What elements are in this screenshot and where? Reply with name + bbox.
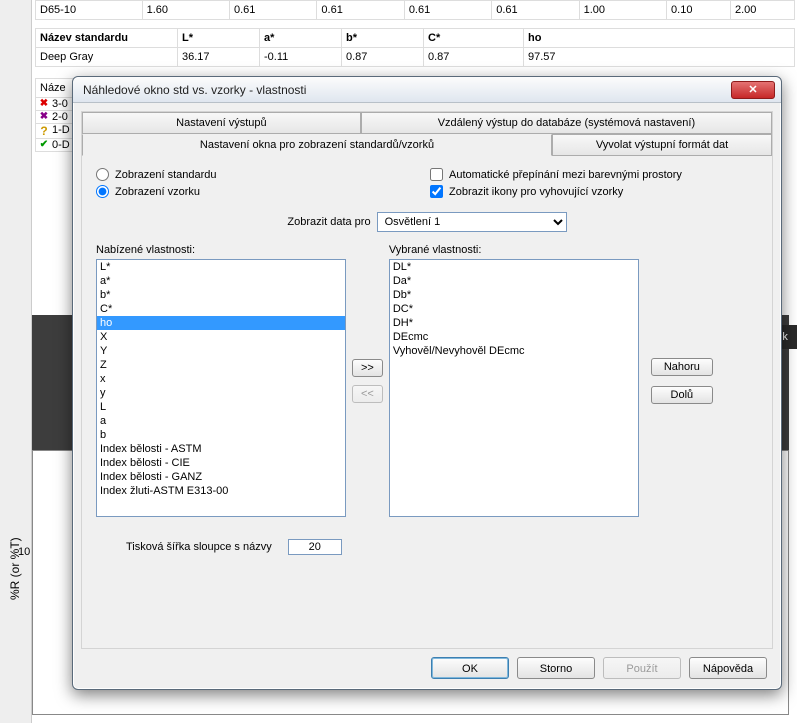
radio-sample-input[interactable] (96, 185, 109, 198)
tab-invoke-format[interactable]: Vyvolat výstupní formát dat (552, 134, 772, 156)
showdata-label: Zobrazit data pro (287, 216, 370, 228)
list-item[interactable]: Db* (390, 288, 638, 302)
cancel-button[interactable]: Storno (517, 657, 595, 679)
ok-button[interactable]: OK (431, 657, 509, 679)
list-item[interactable]: Da* (390, 274, 638, 288)
check-auto-switch-input[interactable] (430, 168, 443, 181)
remove-button[interactable]: << (352, 385, 383, 403)
list-item[interactable]: b* (97, 288, 345, 302)
offered-listbox[interactable]: L*a*b*C*hoXYZxyLabIndex bělosti - ASTMIn… (96, 259, 346, 517)
list-item[interactable]: ho (97, 316, 345, 330)
tab-window-settings[interactable]: Nastavení okna pro zobrazení standardů/v… (82, 134, 552, 156)
tab-row-top: Nastavení výstupů Vzdálený výstup do dat… (82, 112, 772, 134)
check-show-icons[interactable]: Zobrazit ikony pro vyhovující vzorky (430, 185, 758, 198)
apply-button[interactable]: Použít (603, 657, 681, 679)
selected-listbox[interactable]: DL*Da*Db*DC*DH*DEcmcVyhověl/Nevyhověl DE… (389, 259, 639, 517)
properties-dialog: Náhledové okno std vs. vzorky - vlastnos… (72, 76, 782, 690)
help-button[interactable]: Nápověda (689, 657, 767, 679)
list-item[interactable]: X (97, 330, 345, 344)
dialog-client-area: Nastavení výstupů Vzdálený výstup do dat… (81, 111, 773, 649)
selected-label: Vybrané vlastnosti: (389, 244, 639, 256)
list-item[interactable]: DEcmc (390, 330, 638, 344)
bg-t1-name: D65-10 (36, 1, 143, 20)
list-item[interactable]: Vyhověl/Nevyhověl DEcmc (390, 344, 638, 358)
dialog-buttons: OK Storno Použít Nápověda (431, 657, 767, 679)
status-icon: ✖ (36, 111, 52, 123)
offered-label: Nabízené vlastnosti: (96, 244, 346, 256)
radio-sample[interactable]: Zobrazení vzorku (96, 185, 424, 198)
status-icon: ? (36, 124, 52, 138)
bg-table-1: D65-10 1.60 0.61 0.61 0.61 0.61 1.00 0.1… (35, 0, 795, 20)
tab-row-bottom: Nastavení okna pro zobrazení standardů/v… (82, 134, 772, 156)
tab-remote-db[interactable]: Vzdálený výstup do databáze (systémová n… (361, 112, 772, 134)
print-width-input[interactable] (288, 539, 342, 555)
list-item[interactable]: C* (97, 302, 345, 316)
list-item[interactable]: x (97, 372, 345, 386)
list-item[interactable]: L (97, 400, 345, 414)
bg-left-strip (0, 0, 32, 723)
move-down-button[interactable]: Dolů (651, 386, 713, 404)
list-item[interactable]: Z (97, 358, 345, 372)
tab-panel: Zobrazení standardu Zobrazení vzorku Aut… (82, 156, 772, 567)
showdata-select[interactable]: Osvětlení 1 (377, 212, 567, 232)
list-item[interactable]: a* (97, 274, 345, 288)
add-button[interactable]: >> (352, 359, 383, 377)
check-auto-switch[interactable]: Automatické přepínání mezi barevnými pro… (430, 168, 758, 181)
status-icon: ✖ (36, 98, 52, 110)
radio-standard[interactable]: Zobrazení standardu (96, 168, 424, 181)
move-up-button[interactable]: Nahoru (651, 358, 713, 376)
list-item[interactable]: Index bělosti - GANZ (97, 470, 345, 484)
list-item[interactable]: a (97, 414, 345, 428)
dialog-title: Náhledové okno std vs. vzorky - vlastnos… (83, 83, 731, 97)
list-item[interactable]: L* (97, 260, 345, 274)
list-item[interactable]: Index bělosti - CIE (97, 456, 345, 470)
list-item[interactable]: Y (97, 344, 345, 358)
radio-standard-input[interactable] (96, 168, 109, 181)
list-item[interactable]: DL* (390, 260, 638, 274)
list-item[interactable]: DC* (390, 302, 638, 316)
check-show-icons-input[interactable] (430, 185, 443, 198)
bg-table-2: Název standardu L* a* b* C* ho Deep Gray… (35, 28, 795, 67)
dialog-titlebar[interactable]: Náhledové okno std vs. vzorky - vlastnos… (73, 77, 781, 103)
close-icon: ✕ (748, 84, 757, 96)
close-button[interactable]: ✕ (731, 81, 775, 99)
tab-outputs[interactable]: Nastavení výstupů (82, 112, 361, 134)
list-item[interactable]: DH* (390, 316, 638, 330)
list-item[interactable]: y (97, 386, 345, 400)
list-item[interactable]: b (97, 428, 345, 442)
bg-plot-ylabel: %R (or %T) (8, 537, 22, 600)
print-width-label: Tisková šířka sloupce s názvy (126, 541, 272, 553)
list-item[interactable]: Index bělosti - ASTM (97, 442, 345, 456)
status-icon: ✔ (36, 139, 52, 151)
list-item[interactable]: Index žluti-ASTM E313-00 (97, 484, 345, 498)
